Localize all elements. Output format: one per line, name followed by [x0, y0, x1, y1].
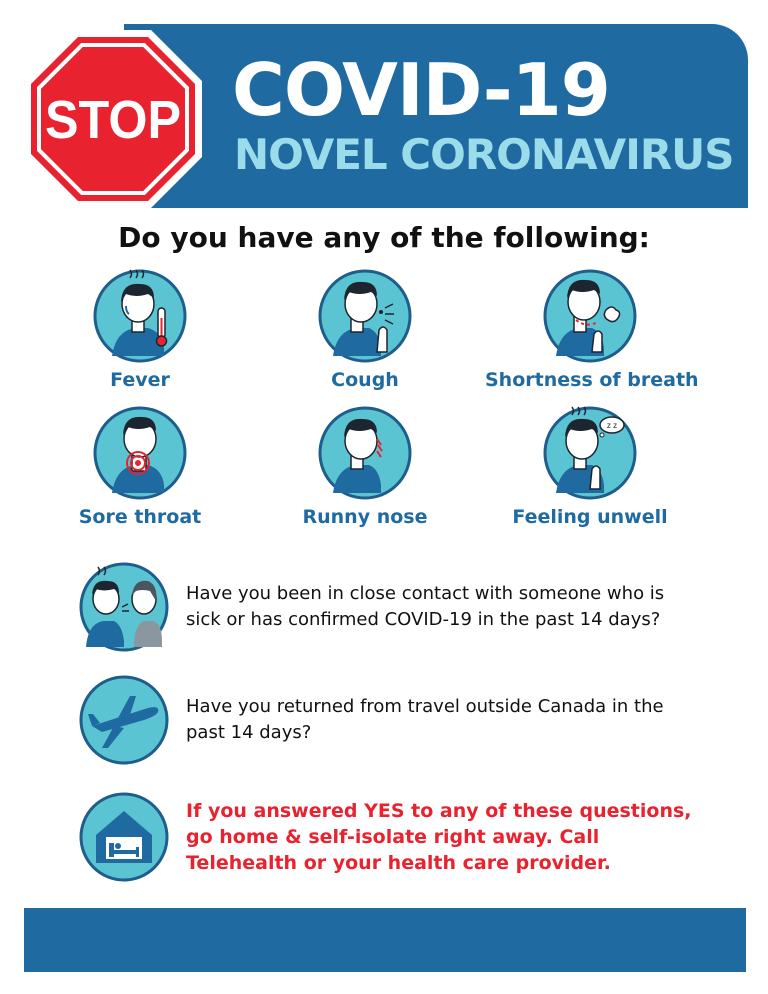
- stop-text: STOP: [45, 90, 181, 150]
- symptom-sore-throat: Sore throat: [35, 405, 245, 529]
- symptom-question: Do you have any of the following:: [118, 221, 650, 254]
- runny-nose-icon: [318, 406, 412, 500]
- contact-question-row: Have you been in close contact with some…: [78, 561, 718, 653]
- svg-text:z z: z z: [607, 421, 617, 430]
- home-isolate-icon: [79, 792, 169, 882]
- symptom-label: Feeling unwell: [512, 506, 668, 528]
- symptom-runny-nose: Runny nose: [260, 405, 470, 529]
- symptom-shortness-of-breath: Shortness of breath: [485, 268, 699, 392]
- close-contact-icon: [79, 562, 169, 652]
- symptom-fever: Fever: [35, 268, 245, 392]
- symptom-cough: Cough: [260, 268, 470, 392]
- advice-text: If you answered YES to any of these ques…: [186, 800, 692, 874]
- page-title: COVID-19: [232, 48, 611, 132]
- feeling-unwell-icon: z z: [543, 406, 637, 500]
- symptom-label: Cough: [331, 369, 399, 391]
- page-subtitle: NOVEL CORONAVIRUS: [234, 130, 735, 179]
- contact-question: Have you been in close contact with some…: [186, 583, 665, 630]
- advice-row: If you answered YES to any of these ques…: [78, 791, 718, 883]
- symptom-label: Shortness of breath: [485, 369, 699, 391]
- footer-bar: [24, 908, 746, 972]
- stop-sign-icon: STOP: [24, 30, 202, 208]
- travel-question-row: Have you returned from travel outside Ca…: [78, 674, 718, 766]
- fever-icon: [93, 269, 187, 363]
- symptom-feeling-unwell: z z Feeling unwell: [485, 405, 695, 529]
- shortness-of-breath-icon: [543, 269, 637, 363]
- travel-question: Have you returned from travel outside Ca…: [186, 696, 664, 743]
- sore-throat-icon: [93, 406, 187, 500]
- airplane-icon: [79, 675, 169, 765]
- symptom-label: Runny nose: [302, 506, 428, 528]
- cough-icon: [318, 269, 412, 363]
- symptom-label: Sore throat: [78, 506, 202, 528]
- symptom-label: Fever: [110, 369, 170, 391]
